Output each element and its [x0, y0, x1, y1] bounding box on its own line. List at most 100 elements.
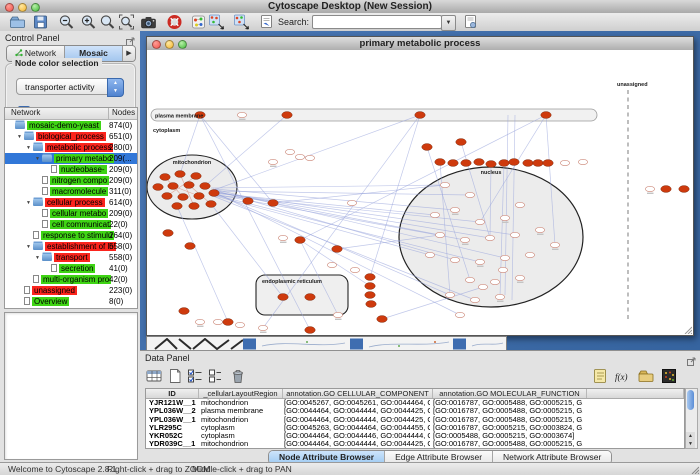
- app-resize-grip[interactable]: [690, 465, 699, 474]
- zoom-to-fit-icon[interactable]: [118, 14, 135, 30]
- node-selected[interactable]: [185, 243, 195, 250]
- node-selected[interactable]: [160, 174, 170, 181]
- node-selected[interactable]: [162, 193, 172, 200]
- node-color-dropdown[interactable]: transporter activity ▲▼: [16, 78, 124, 95]
- table-row-ylr295c[interactable]: YLR295Ccytoplasm[GO:0045263, GO:0044464,…: [146, 424, 684, 432]
- node-unselected[interactable]: [347, 200, 356, 205]
- tree-expander-icon[interactable]: ▼: [26, 200, 33, 206]
- tree-item-establishment-of-lo[interactable]: ▼establishment of lo558(0): [5, 241, 137, 252]
- zoom-in-icon[interactable]: [80, 14, 97, 30]
- node-unselected[interactable]: [535, 227, 544, 232]
- node-selected[interactable]: [486, 161, 496, 168]
- open-session-icon[interactable]: [9, 14, 26, 30]
- node-unselected[interactable]: [465, 192, 474, 197]
- node-selected[interactable]: [422, 144, 432, 151]
- node-unselected[interactable]: [440, 182, 449, 187]
- node-unselected[interactable]: [478, 284, 487, 289]
- minimize-window-button[interactable]: [18, 3, 27, 12]
- node-unselected[interactable]: [475, 259, 484, 264]
- tree-expander-icon[interactable]: ▼: [26, 244, 33, 250]
- delete-attribute-icon[interactable]: [230, 368, 246, 384]
- table-scrollbar[interactable]: ▲▼: [685, 388, 698, 449]
- node-unselected[interactable]: [465, 277, 474, 282]
- node-unselected[interactable]: [560, 160, 569, 165]
- tree-item-mosaic-demo-yeast[interactable]: mosaic-demo-yeast874(0): [5, 120, 137, 131]
- network-window-titlebar[interactable]: primary metabolic process: [147, 37, 693, 51]
- node-unselected[interactable]: [425, 252, 434, 257]
- node-selected[interactable]: [194, 193, 204, 200]
- table-row-ykr052c[interactable]: YKR052Ccytoplasm[GO:0044464, GO:0044446,…: [146, 432, 684, 440]
- node-unselected[interactable]: [445, 292, 454, 297]
- node-unselected[interactable]: [498, 267, 507, 272]
- tree-col-nodes[interactable]: Nodes: [108, 108, 135, 119]
- node-selected[interactable]: [305, 294, 315, 301]
- node-selected[interactable]: [278, 294, 288, 301]
- table-row-yjr121w__1[interactable]: YJR121W__1mitochondrion[GO:0045267, GO:0…: [146, 399, 684, 407]
- birdseye-view-panel[interactable]: [4, 312, 138, 460]
- net-minimize-button[interactable]: [165, 40, 174, 49]
- node-selected[interactable]: [365, 283, 375, 290]
- table-row-ypl036w__1[interactable]: YPL036W__1mitochondrion[GO:0044464, GO:0…: [146, 416, 684, 424]
- scrollbar-arrows[interactable]: ▲▼: [686, 432, 695, 448]
- node-selected[interactable]: [679, 186, 689, 193]
- node-selected[interactable]: [179, 308, 189, 315]
- node-unselected[interactable]: [475, 219, 484, 224]
- node-selected[interactable]: [456, 139, 466, 146]
- node-selected[interactable]: [365, 274, 375, 281]
- node-unselected[interactable]: [450, 257, 459, 262]
- node-unselected[interactable]: [435, 232, 444, 237]
- node-unselected[interactable]: [285, 149, 294, 154]
- help-icon[interactable]: [166, 14, 183, 30]
- table-row-ypl036w__2[interactable]: YPL036W__2plasma membrane[GO:0044464, GO…: [146, 407, 684, 415]
- node-unselected[interactable]: [460, 237, 469, 242]
- table-row-ydr039c__1[interactable]: YDR039C__1mitochondrion[GO:0044464, GO:0…: [146, 440, 684, 448]
- node-selected[interactable]: [305, 327, 315, 334]
- node-selected[interactable]: [189, 203, 199, 210]
- node-unselected[interactable]: [495, 294, 504, 299]
- node-selected[interactable]: [172, 203, 182, 210]
- column-header-annotation-go-cellular-component[interactable]: annotation.GO CELLULAR_COMPONENT: [283, 389, 433, 398]
- node-selected[interactable]: [295, 237, 305, 244]
- column-header--cellularlayoutregion[interactable]: _cellularLayoutRegion: [199, 389, 283, 398]
- node-unselected[interactable]: [450, 207, 459, 212]
- tree-item-cellular-metabo[interactable]: cellular metabo209(0): [5, 208, 137, 219]
- zoom-out-icon[interactable]: [58, 14, 75, 30]
- node-selected[interactable]: [415, 112, 425, 119]
- tree-col-network[interactable]: Network: [11, 108, 40, 117]
- formula-builder-icon[interactable]: f(x): [614, 368, 630, 384]
- import-attributes-icon[interactable]: [638, 368, 654, 384]
- network-canvas[interactable]: plasma membranecytoplasmmitochondrionnuc…: [147, 50, 693, 334]
- node-selected[interactable]: [474, 159, 484, 166]
- node-selected[interactable]: [523, 160, 533, 167]
- tree-item-nucleobase-[interactable]: nucleobase-209(0): [5, 164, 137, 175]
- tree-item-transport[interactable]: ▼transport558(0): [5, 252, 137, 263]
- float-panel-icon[interactable]: [126, 33, 135, 42]
- node-selected[interactable]: [178, 194, 188, 201]
- node-selected[interactable]: [282, 112, 292, 119]
- new-network-selected-edges-icon[interactable]: [233, 14, 250, 30]
- node-selected[interactable]: [191, 173, 201, 180]
- node-selected[interactable]: [175, 171, 185, 178]
- tree-item-macromolecule[interactable]: macromolecule311(0): [5, 186, 137, 197]
- node-unselected[interactable]: [333, 312, 342, 317]
- node-unselected[interactable]: [278, 235, 287, 240]
- node-unselected[interactable]: [327, 262, 336, 267]
- search-config-icon[interactable]: [462, 14, 479, 30]
- column-header-annotation-go-molecular-function[interactable]: annotation.GO MOLECULAR_FUNCTION: [433, 389, 587, 398]
- node-unselected[interactable]: [525, 252, 534, 257]
- node-unselected[interactable]: [510, 232, 519, 237]
- annotations-icon[interactable]: [258, 14, 275, 30]
- node-selected[interactable]: [206, 201, 216, 208]
- node-unselected[interactable]: [470, 297, 479, 302]
- node-unselected[interactable]: [490, 279, 499, 284]
- node-unselected[interactable]: [237, 112, 246, 117]
- tree-item-primary-metabo[interactable]: ▼primary metabo209(...: [5, 153, 137, 164]
- node-unselected[interactable]: [258, 325, 267, 330]
- node-selected[interactable]: [533, 160, 543, 167]
- node-unselected[interactable]: [485, 235, 494, 240]
- node-unselected[interactable]: [430, 212, 439, 217]
- node-unselected[interactable]: [195, 319, 204, 324]
- node-selected[interactable]: [461, 160, 471, 167]
- column-header-id[interactable]: ID: [146, 389, 199, 398]
- create-attribute-icon[interactable]: [167, 368, 183, 384]
